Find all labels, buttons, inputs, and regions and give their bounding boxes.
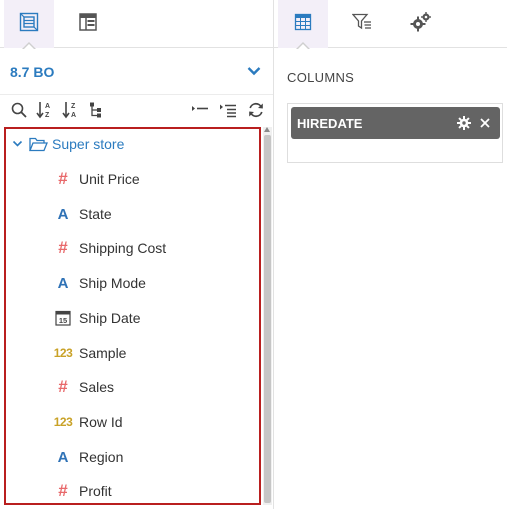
- columns-section-title: COLUMNS: [287, 70, 355, 85]
- expand-all-icon[interactable]: [217, 99, 239, 121]
- field-item-shipping-cost[interactable]: # Shipping Cost: [54, 235, 166, 261]
- integer-123-icon: 123: [53, 346, 73, 360]
- hierarchy-icon[interactable]: [86, 99, 108, 121]
- field-tree: Super store # Unit Price A State # Shipp…: [4, 127, 261, 505]
- tab-table[interactable]: [278, 0, 328, 50]
- layout-icon: [79, 12, 97, 36]
- column-pill-label: HIREDATE: [297, 115, 363, 131]
- chevron-down-icon[interactable]: [247, 63, 261, 81]
- table-icon: [294, 13, 312, 36]
- folder-open-icon: [29, 137, 48, 152]
- properties-panel: COLUMNS HIREDATE: [274, 0, 507, 509]
- data-source-icon: [19, 12, 39, 37]
- field-item-sample[interactable]: 123 Sample: [53, 340, 127, 366]
- tree-root-super-store[interactable]: Super store: [12, 133, 124, 155]
- field-item-row-id[interactable]: 123 Row Id: [54, 409, 123, 435]
- svg-text:Z: Z: [45, 112, 50, 119]
- chevron-down-icon[interactable]: [12, 140, 23, 148]
- tree-root-label: Super store: [52, 136, 125, 152]
- measure-hash-icon: #: [58, 238, 68, 257]
- scroll-up-arrow-icon[interactable]: [264, 127, 270, 132]
- field-label: Unit Price: [79, 171, 140, 187]
- measure-hash-icon: #: [58, 481, 68, 500]
- tab-settings[interactable]: [396, 0, 446, 48]
- properties-panel-tabbar: [274, 0, 507, 50]
- field-item-profit[interactable]: # Profit: [54, 478, 112, 503]
- field-item-sales[interactable]: # Sales: [54, 374, 114, 400]
- measure-hash-icon: #: [58, 377, 68, 396]
- svg-text:A: A: [71, 112, 76, 119]
- integer-123-icon: 123: [53, 415, 73, 429]
- settings-icon: [410, 11, 432, 37]
- string-a-icon: A: [57, 274, 69, 292]
- field-label: Region: [79, 449, 124, 465]
- collapse-all-icon[interactable]: [189, 99, 211, 121]
- scrollbar-thumb[interactable]: [264, 135, 271, 503]
- model-selector[interactable]: 8.7 BO: [0, 49, 273, 95]
- field-label: State: [79, 206, 112, 222]
- filter-icon: [351, 13, 372, 36]
- field-item-unit-price[interactable]: # Unit Price: [54, 166, 140, 192]
- field-label: Row Id: [79, 414, 123, 430]
- field-tree-scrollbar[interactable]: [263, 127, 272, 505]
- field-item-region[interactable]: A Region: [54, 444, 124, 470]
- gear-icon[interactable]: [455, 114, 473, 132]
- field-label: Sample: [79, 345, 127, 361]
- svg-text:A: A: [45, 103, 50, 110]
- column-pill-hiredate[interactable]: HIREDATE: [291, 107, 500, 139]
- field-label: Ship Mode: [79, 275, 146, 291]
- field-label: Profit: [79, 483, 112, 499]
- sort-ascending-icon[interactable]: A Z: [34, 99, 56, 121]
- field-label: Shipping Cost: [79, 240, 167, 256]
- calendar-icon: 15: [54, 309, 72, 327]
- refresh-icon[interactable]: [245, 99, 267, 121]
- field-label: Sales: [79, 379, 115, 395]
- sort-descending-icon[interactable]: Z A: [60, 99, 82, 121]
- fields-toolbar: A Z Z A: [0, 96, 273, 124]
- model-name: 8.7 BO: [10, 63, 55, 80]
- svg-text:15: 15: [59, 316, 67, 325]
- field-item-ship-date[interactable]: 15 Ship Date: [54, 305, 140, 331]
- field-label: Ship Date: [79, 310, 141, 326]
- tab-data-source[interactable]: [4, 0, 54, 50]
- columns-drop-zone[interactable]: HIREDATE: [287, 103, 503, 163]
- search-icon[interactable]: [8, 99, 30, 121]
- field-item-state[interactable]: A State: [54, 201, 112, 227]
- fields-panel-tabbar: [0, 0, 273, 50]
- tab-filter[interactable]: [337, 0, 387, 48]
- field-item-ship-mode[interactable]: A Ship Mode: [54, 270, 146, 296]
- tab-layout[interactable]: [63, 0, 113, 48]
- svg-text:Z: Z: [71, 103, 76, 110]
- measure-hash-icon: #: [58, 169, 68, 188]
- string-a-icon: A: [57, 205, 69, 223]
- close-icon[interactable]: [476, 114, 494, 132]
- string-a-icon: A: [57, 448, 69, 466]
- fields-panel: 8.7 BO A Z Z A Super store # Unit Price …: [0, 0, 273, 509]
